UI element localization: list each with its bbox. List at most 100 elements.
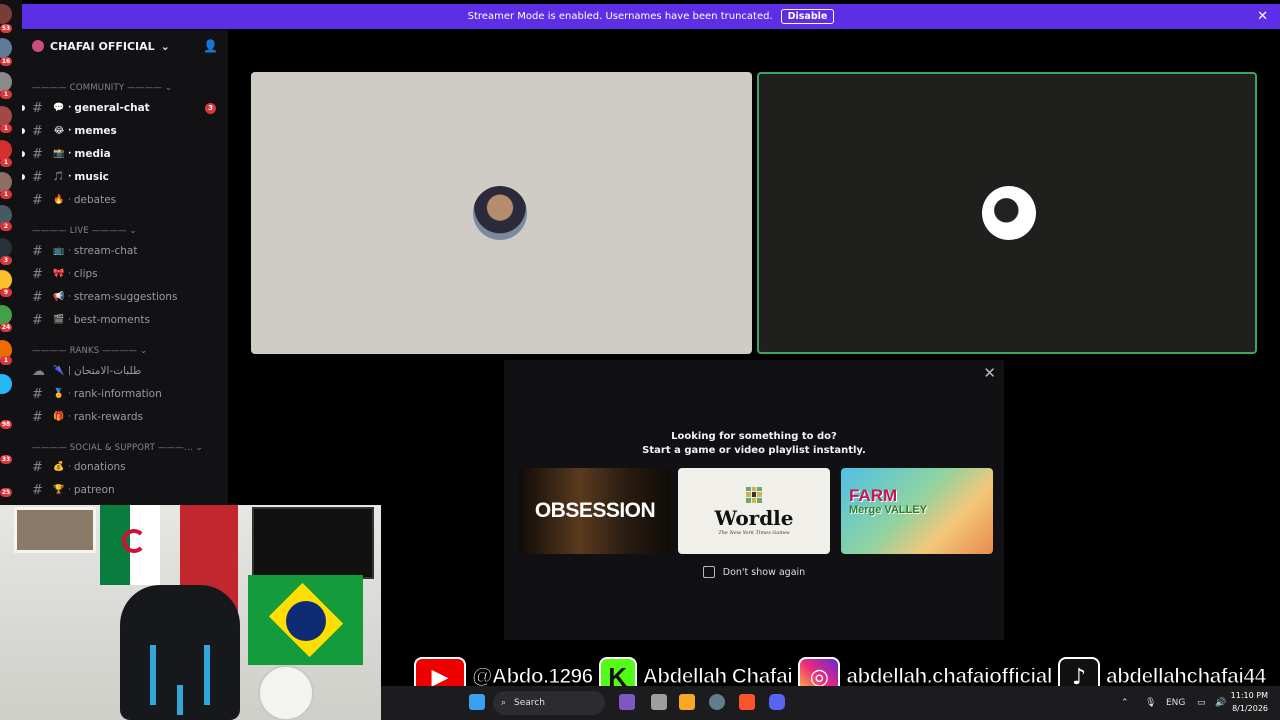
channel-donations[interactable]: # 💰 · donations <box>32 457 220 477</box>
close-icon[interactable]: ✕ <box>1257 9 1268 24</box>
server-badge: 1 <box>0 158 12 167</box>
hashtag-icon: # <box>32 123 43 139</box>
channel-music[interactable]: # 🎵 · music <box>22 167 220 187</box>
channel-exam-requests[interactable]: ☁ 🌂 | طلبات-الامتحان <box>32 361 220 381</box>
voice-participant-tile-speaking[interactable] <box>757 72 1257 354</box>
channel-patreon[interactable]: # 🏆 · patreon <box>32 480 220 500</box>
category-live[interactable]: ———— LIVE ———— ⌄ <box>32 226 137 236</box>
channel-debates[interactable]: # 🔥 · debates <box>32 190 220 210</box>
server-icon[interactable] <box>0 140 12 160</box>
invite-people-icon[interactable]: 👤 <box>203 39 218 53</box>
server-icon[interactable] <box>0 4 12 24</box>
hashtag-icon: # <box>32 289 43 305</box>
server-badge: 1 <box>0 190 12 199</box>
activity-card-farm-merge-valley[interactable]: FARM Merge VALLEY <box>841 468 993 554</box>
discord-icon[interactable] <box>769 694 785 710</box>
channel-name: music <box>74 171 109 183</box>
unread-indicator <box>22 151 25 157</box>
hashtag-icon: # <box>32 482 43 498</box>
hashtag-icon: # <box>32 146 43 162</box>
activity-card-wordle[interactable]: Wordle The New York Times Games <box>678 468 830 554</box>
task-view-icon[interactable] <box>651 694 667 710</box>
disable-button[interactable]: Disable <box>780 9 835 24</box>
category-community[interactable]: ———— COMMUNITY ———— ⌄ <box>32 83 172 93</box>
server-icon[interactable] <box>0 374 12 394</box>
forum-icon: ☁ <box>32 363 45 379</box>
voice-participant-tile[interactable] <box>251 72 752 354</box>
server-icon[interactable] <box>0 305 12 325</box>
channel-emoji-icon: 💬 <box>53 103 65 113</box>
wall-painting <box>14 507 96 553</box>
channel-name: best-moments <box>73 314 150 326</box>
channel-general-chat[interactable]: # 💬 · general-chat 3 <box>22 98 220 118</box>
channel-rank-rewards[interactable]: # 🎁 · rank-rewards <box>32 407 220 427</box>
activity-card-subtitle: Merge VALLEY <box>849 504 928 516</box>
server-icon[interactable] <box>0 270 12 290</box>
channel-name: clips <box>73 268 98 280</box>
channel-memes[interactable]: # 😂 · memes <box>22 121 220 141</box>
activity-suggestion-panel: ✕ Looking for something to do? Start a g… <box>504 360 1004 640</box>
server-header[interactable]: CHAFAI OFFICIAL ⌄ 👤 <box>22 30 228 62</box>
server-badge: 1 <box>0 356 12 365</box>
server-icon[interactable] <box>0 238 12 258</box>
channel-stream-suggestions[interactable]: # 📢 · stream-suggestions <box>32 287 220 307</box>
hashtag-icon: # <box>32 459 43 475</box>
channel-emoji-icon: 🏅 <box>53 389 65 399</box>
channel-rank-information[interactable]: # 🏅 · rank-information <box>32 384 220 404</box>
activity-card-obsession[interactable]: OBSESSION <box>519 468 671 554</box>
search-label: Search <box>514 698 545 708</box>
hashtag-icon: # <box>32 409 43 425</box>
server-logo-icon <box>32 40 44 52</box>
windows-start-icon[interactable] <box>469 694 485 710</box>
brave-browser-icon[interactable] <box>739 694 755 710</box>
microphone-icon[interactable]: 🎙 <box>1145 693 1156 713</box>
banner-message: Streamer Mode is enabled. Usernames have… <box>467 11 773 22</box>
activity-card-title: FARM Merge VALLEY <box>849 486 928 516</box>
channel-emoji-icon: 📢 <box>53 292 65 302</box>
activity-prompt: Looking for something to do? Start a gam… <box>504 430 1004 458</box>
chevron-up-icon[interactable]: ⌃ <box>1121 693 1129 713</box>
channel-sidebar: CHAFAI OFFICIAL ⌄ 👤 ———— COMMUNITY ———— … <box>22 30 228 505</box>
server-badge: 33 <box>0 455 12 464</box>
dont-show-again-label[interactable]: Don't show again <box>723 567 805 578</box>
system-clock[interactable]: 11:10 PM 8/1/2026 <box>1231 689 1268 715</box>
activity-card-subtitle: The New York Times Games <box>718 529 790 536</box>
channel-emoji-icon: 📸 <box>53 149 65 159</box>
server-badge: 53 <box>0 24 12 33</box>
channel-name: donations <box>73 461 126 473</box>
channel-clips[interactable]: # 🎀 · clips <box>32 264 220 284</box>
channel-name: media <box>74 148 111 160</box>
category-social-support[interactable]: ———— SOCIAL & SUPPORT ———... ⌄ <box>32 443 203 453</box>
volume-icon[interactable]: 🔊 <box>1215 693 1226 713</box>
channel-emoji-icon: 📺 <box>53 246 65 256</box>
channel-stream-chat[interactable]: # 📺 · stream-chat <box>32 241 220 261</box>
category-ranks[interactable]: ———— RANKS ———— ⌄ <box>32 346 147 356</box>
server-icon[interactable] <box>0 172 12 192</box>
channel-name: طلبات-الامتحان <box>74 365 142 377</box>
unread-indicator <box>22 105 25 111</box>
network-icon[interactable]: ▭ <box>1197 693 1206 713</box>
server-icon[interactable] <box>0 106 12 126</box>
language-indicator[interactable]: ENG <box>1166 693 1185 713</box>
taskbar-search[interactable]: ⌕ Search <box>493 691 605 715</box>
channel-name: debates <box>73 194 117 206</box>
television <box>252 507 374 579</box>
close-icon[interactable]: ✕ <box>983 364 996 382</box>
dont-show-again-checkbox[interactable] <box>702 566 715 578</box>
channel-emoji-icon: 😂 <box>53 126 65 136</box>
channel-best-moments[interactable]: # 🎬 · best-moments <box>32 310 220 330</box>
widgets-icon[interactable] <box>619 694 635 710</box>
server-icon[interactable] <box>0 38 12 58</box>
file-explorer-icon[interactable] <box>679 694 695 710</box>
unread-indicator <box>22 128 25 134</box>
server-badge: 3 <box>0 256 12 265</box>
channel-name: rank-rewards <box>73 411 143 423</box>
clock-date: 8/1/2026 <box>1232 704 1268 713</box>
channel-name: general-chat <box>74 102 150 114</box>
hashtag-icon: # <box>32 100 43 116</box>
server-icon[interactable] <box>0 72 12 92</box>
channel-media[interactable]: # 📸 · media <box>22 144 220 164</box>
obs-icon[interactable] <box>709 694 725 710</box>
search-icon: ⌕ <box>501 698 507 708</box>
channel-name: stream-chat <box>73 245 138 257</box>
